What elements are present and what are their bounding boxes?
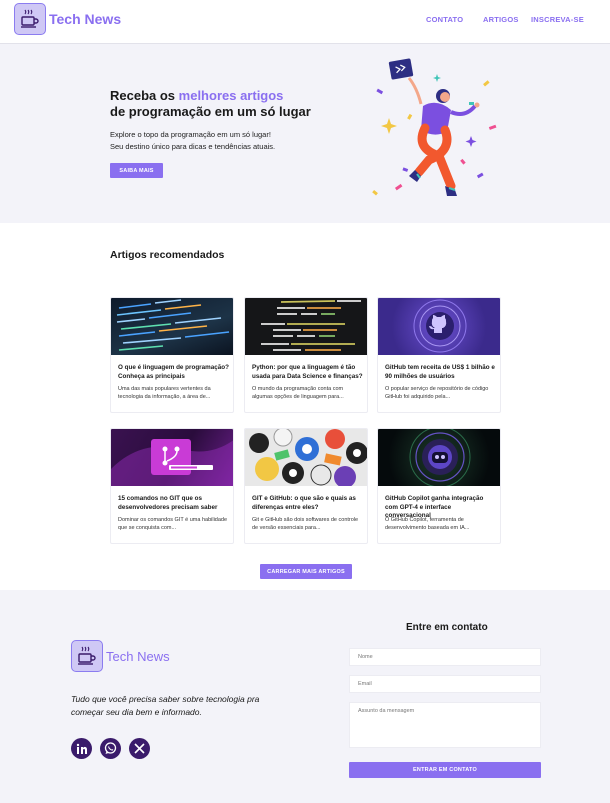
article-image-stickers — [245, 429, 367, 486]
contact-title: Entre em contato — [406, 622, 488, 633]
nav-artigos[interactable]: ARTIGOS — [483, 15, 519, 24]
article-image-git-branch — [111, 429, 233, 486]
article-image-python-code — [245, 298, 367, 355]
message-field[interactable] — [349, 702, 541, 748]
article-title: GIT e GitHub: o que são e quais as difer… — [252, 495, 356, 511]
hero-title: Receba os melhores artigos de programaçã… — [110, 88, 311, 120]
linkedin-icon[interactable] — [71, 738, 92, 759]
coffee-cup-icon — [14, 3, 46, 35]
hero-title-accent: melhores artigos — [178, 88, 284, 103]
email-field[interactable] — [349, 675, 541, 693]
article-description: O mundo da programação conta com algumas… — [252, 386, 344, 400]
logo-text: Tech News — [49, 11, 122, 27]
article-title: GitHub tem receita de US$ 1 bilhão e 90 … — [385, 364, 495, 380]
dancing-developer-illustration — [372, 58, 497, 196]
x-icon[interactable] — [129, 738, 150, 759]
hero-section: Receba os melhores artigos de programaçã… — [0, 44, 610, 223]
article-card[interactable]: GitHub Copilot ganha integração com GPT-… — [377, 428, 501, 544]
footer-tagline: Tudo que você precisa saber sobre tecnol… — [71, 694, 260, 717]
hero-desc-line1: Explore o topo da programação em um só l… — [110, 130, 271, 139]
article-title: Python: por que a linguagem é tão usada … — [252, 364, 363, 380]
article-image-github-logo — [378, 298, 500, 355]
articles-section-title: Artigos recomendados — [110, 249, 225, 261]
article-card[interactable]: 15 comandos no GIT que os desenvolvedore… — [110, 428, 234, 544]
article-image-code-screen — [111, 298, 233, 355]
hero-title-line2: de programação em um só lugar — [110, 104, 311, 119]
article-image-copilot — [378, 429, 500, 486]
article-description: O GitHub Copilot, ferramenta de desenvol… — [385, 517, 470, 531]
article-title: O que é linguagem de programação? Conheç… — [118, 364, 229, 380]
hero-title-prefix: Receba os — [110, 88, 179, 103]
contact-submit-button[interactable]: ENTRAR EM CONTATO — [349, 762, 541, 778]
article-description: Git e GitHub são dois softwares de contr… — [252, 517, 359, 531]
article-card[interactable]: GIT e GitHub: o que são e quais as difer… — [244, 428, 368, 544]
name-field[interactable] — [349, 648, 541, 666]
article-description: Uma das mais populares vertentes da tecn… — [118, 386, 211, 400]
article-description: O popular serviço de repositório de códi… — [385, 386, 489, 400]
article-description: Dominar os comandos GIT é uma habilidade… — [118, 517, 228, 531]
footer: Tech News Tudo que você precisa saber so… — [0, 590, 610, 803]
coffee-cup-icon — [71, 640, 103, 672]
saiba-mais-button[interactable]: SAIBA MAIS — [110, 163, 163, 178]
article-card[interactable]: Python: por que a linguagem é tão usada … — [244, 297, 368, 413]
article-card[interactable]: O que é linguagem de programação? Conheç… — [110, 297, 234, 413]
footer-logo-text: Tech News — [106, 648, 170, 664]
hero-description: Explore o topo da programação em um só l… — [110, 129, 275, 153]
article-card[interactable]: GitHub tem receita de US$ 1 bilhão e 90 … — [377, 297, 501, 413]
header: Tech News CONTATO ARTIGOS INSCREVA-SE — [0, 0, 610, 44]
article-title: 15 comandos no GIT que os desenvolvedore… — [118, 495, 218, 511]
logo[interactable]: Tech News — [14, 3, 121, 35]
whatsapp-icon[interactable] — [100, 738, 121, 759]
load-more-button[interactable]: CARREGAR MAIS ARTIGOS — [260, 564, 352, 579]
nav-contato[interactable]: CONTATO — [426, 15, 463, 24]
footer-logo[interactable]: Tech News — [71, 640, 170, 672]
hero-desc-line2: Seu destino único para dicas e tendência… — [110, 142, 276, 151]
nav-inscreva-se[interactable]: INSCREVA-SE — [531, 15, 584, 24]
